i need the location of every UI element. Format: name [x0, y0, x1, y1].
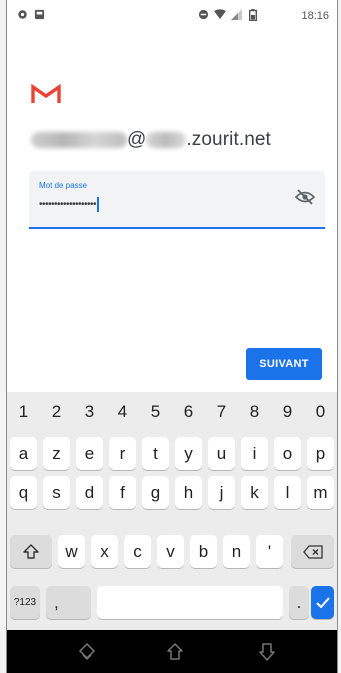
key-5[interactable]: 5: [139, 402, 172, 422]
status-bar: 18:16: [7, 0, 337, 34]
next-button[interactable]: SUIVANT: [246, 348, 322, 380]
key-apostrophe[interactable]: ': [256, 535, 283, 568]
key-l[interactable]: l: [274, 476, 301, 509]
key-0[interactable]: 0: [304, 402, 337, 422]
done-key[interactable]: [311, 586, 334, 619]
wifi-icon: [214, 9, 226, 19]
key-r[interactable]: r: [109, 437, 136, 470]
period-key[interactable]: .: [289, 586, 309, 619]
image-icon: [34, 9, 45, 20]
key-i[interactable]: i: [241, 437, 268, 470]
key-c[interactable]: c: [124, 535, 151, 568]
key-9[interactable]: 9: [271, 402, 304, 422]
email-domain: .zourit.net: [186, 129, 271, 150]
redacted-username: [31, 131, 127, 148]
key-2[interactable]: 2: [40, 402, 73, 422]
battery-icon: [249, 9, 257, 21]
window-frame-right: [337, 0, 341, 673]
backspace-key[interactable]: [291, 535, 334, 568]
key-1[interactable]: 1: [7, 402, 40, 422]
text-cursor: [97, 197, 100, 212]
key-u[interactable]: u: [208, 437, 235, 470]
key-v[interactable]: v: [157, 535, 184, 568]
key-z[interactable]: z: [43, 437, 70, 470]
key-3[interactable]: 3: [73, 402, 106, 422]
email-at: @: [127, 129, 147, 150]
key-d[interactable]: d: [76, 476, 103, 509]
key-g[interactable]: g: [142, 476, 169, 509]
key-a[interactable]: a: [10, 437, 37, 470]
key-4[interactable]: 4: [106, 402, 139, 422]
key-q[interactable]: q: [10, 476, 37, 509]
redacted-domain: [146, 131, 187, 148]
backspace-icon: [302, 544, 323, 559]
key-7[interactable]: 7: [205, 402, 238, 422]
key-o[interactable]: o: [274, 437, 301, 470]
key-j[interactable]: j: [208, 476, 235, 509]
comma-key[interactable]: ,: [46, 586, 91, 619]
key-6[interactable]: 6: [172, 402, 205, 422]
number-row: 1 2 3 4 5 6 7 8 9 0: [7, 392, 337, 432]
password-input[interactable]: •••••••••••••••••••: [39, 197, 100, 212]
checkmark-icon: [315, 597, 330, 608]
account-email: @ .zourit.net: [31, 129, 271, 151]
key-8[interactable]: 8: [238, 402, 271, 422]
key-h[interactable]: h: [175, 476, 202, 509]
key-x[interactable]: x: [91, 535, 118, 568]
window-frame-left: [0, 0, 7, 673]
do-not-disturb-icon: [198, 9, 209, 20]
recents-icon[interactable]: [257, 642, 277, 662]
gmail-logo: [31, 84, 61, 103]
hide-keyboard-icon[interactable]: [77, 642, 97, 662]
shift-key[interactable]: [10, 535, 52, 568]
key-k[interactable]: k: [241, 476, 268, 509]
shift-arrow-icon: [23, 544, 39, 559]
phone-screen: 18:16 @ .zourit.net Mot de passe ••••••••…: [7, 0, 337, 673]
signal-icon: [231, 9, 242, 20]
symbols-key[interactable]: ?123: [10, 586, 40, 619]
key-m[interactable]: m: [307, 476, 334, 509]
key-y[interactable]: y: [175, 437, 202, 470]
home-icon[interactable]: [165, 642, 185, 662]
key-p[interactable]: p: [307, 437, 334, 470]
clock-text: 18:16: [301, 10, 329, 22]
key-w[interactable]: w: [58, 535, 85, 568]
password-dots: •••••••••••••••••••: [39, 199, 97, 211]
key-f[interactable]: f: [109, 476, 136, 509]
password-label: Mot de passe: [39, 181, 88, 190]
soft-keyboard: 1 2 3 4 5 6 7 8 9 0 a z e r t y u i o p …: [7, 392, 337, 630]
eye-off-icon[interactable]: [295, 189, 315, 205]
navigation-bar: [7, 630, 337, 673]
key-b[interactable]: b: [190, 535, 217, 568]
key-t[interactable]: t: [142, 437, 169, 470]
settings-icon: [18, 10, 27, 19]
key-e[interactable]: e: [76, 437, 103, 470]
password-field[interactable]: Mot de passe •••••••••••••••••••: [29, 171, 325, 229]
key-n[interactable]: n: [223, 535, 250, 568]
space-key[interactable]: [97, 586, 283, 619]
key-s[interactable]: s: [43, 476, 70, 509]
